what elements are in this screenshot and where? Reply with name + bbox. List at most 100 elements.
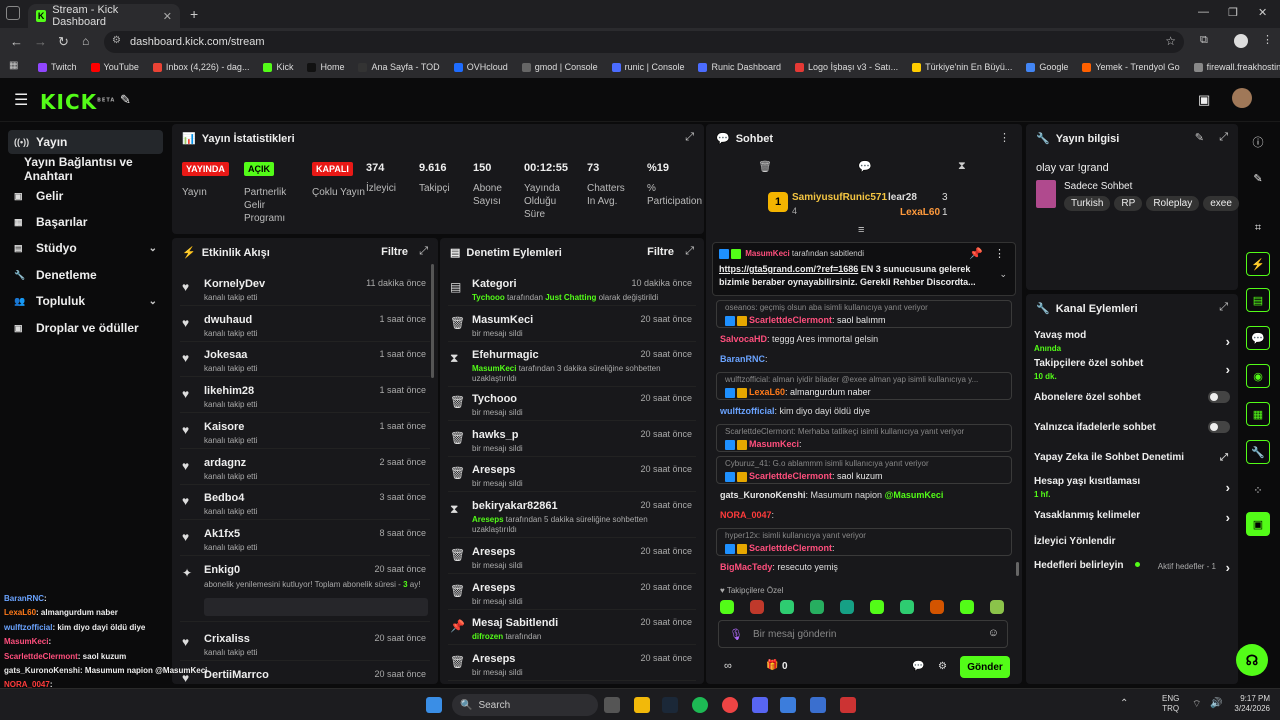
bookmark-item[interactable]: OVHcloud [453,62,508,72]
moderation-target[interactable]: bekiryakar82861 [472,500,558,512]
mic-icon[interactable]: 🎙 [729,628,743,641]
user-avatar[interactable] [1232,88,1252,108]
chat-username[interactable]: ScarlettdeClermont [749,315,832,325]
discord-icon[interactable] [752,697,768,713]
chrome-icon[interactable] [722,697,738,713]
moderation-row[interactable]: ▤ Kategori 10 dakika önce Tychooo tarafında… [448,274,696,306]
tag-chip[interactable]: RP [1114,196,1143,211]
leader-second-name[interactable]: lear28 [888,192,917,203]
chat-username[interactable]: LexaL60 [749,387,785,397]
chat-reply-message[interactable]: oseanos: geçmiş olsun aba isimli kullanı… [716,300,1012,328]
bookmark-item[interactable]: Twitch [38,62,77,72]
activity-user[interactable]: Jokesaa [204,349,247,361]
activity-user[interactable]: Enkig0 [204,564,240,576]
activity-scrollbar[interactable] [431,264,434,378]
chat-username[interactable]: ScarlettdeClermont [749,543,832,553]
file-explorer-icon[interactable] [634,697,650,713]
tools-icon[interactable]: ✎ [120,92,131,108]
hamburger-menu-icon[interactable]: ☰ [14,90,28,110]
bookmark-item[interactable]: YouTube [90,62,139,72]
moderation-target[interactable]: Areseps [472,582,515,594]
apps-grid-icon[interactable]: ▦ [9,60,18,71]
chat-username[interactable]: ScarlettdeClermont [749,471,832,481]
chat-input[interactable]: 🎙 Bir mesaj gönderin ☺ [718,620,1008,648]
clipboard-icon[interactable]: ▤ [1246,288,1270,312]
url-field[interactable]: ⚙ dashboard.kick.com/stream ☆ [104,31,1184,53]
points-icon[interactable]: ∞ [724,660,732,672]
activity-user[interactable]: Bedbo4 [204,492,244,504]
sidebar-item[interactable]: ▦ Başarılar [8,210,163,234]
leader-first-name[interactable]: SamiyusufRunic571 [792,192,887,203]
moderator-name[interactable]: MasumKeci [472,364,516,373]
emote-icon[interactable] [870,600,884,614]
moderation-target[interactable]: Areseps [472,653,515,665]
chat-message[interactable]: BigMacTedy: resecuto yemiş [720,562,838,572]
chat-reply-message[interactable]: hyper12x: isimli kullanıcıya yanıt veriy… [716,528,1012,556]
chat-scrollbar[interactable] [1016,562,1019,576]
clock[interactable]: 9:17 PM 3/24/2026 [1226,694,1270,714]
channel-action[interactable]: Abonelere özel sohbet [1034,391,1230,403]
activity-row[interactable]: ♥ Jokesaa kanalı takip etti 1 saat önce [180,345,430,378]
bolt-icon[interactable]: ⚡ [1246,252,1270,276]
chat-users-icon[interactable]: 💬 [912,661,924,672]
bookmark-item[interactable]: gmod | Console [521,62,598,72]
activity-row[interactable]: ♥ Kaisore kanalı takip etti 1 saat önce [180,417,430,449]
activity-user[interactable]: Ak1fx5 [204,528,240,540]
bookmark-item[interactable]: Ana Sayfa - TOD [358,62,440,72]
app-red-icon[interactable] [840,697,856,713]
pin-icon[interactable]: 📌 [969,247,983,260]
channel-action[interactable]: İzleyici Yönlendir [1034,536,1230,547]
sidebar-item[interactable]: ▣ Gelir [8,184,163,208]
chat-username[interactable]: wulftzofficial [720,406,775,416]
moderation-row[interactable]: 🗑 Areseps 20 saat önce bir mesajı sildi [448,542,696,574]
support-headset-icon[interactable]: ☊ [1236,644,1268,676]
site-info-icon[interactable]: ⚙ [112,35,121,46]
chat-mention[interactable]: @MasumKeci [885,490,944,500]
activity-row[interactable]: ♥ ardagnz kanalı takip etti 2 saat önce [180,453,430,485]
activity-user[interactable]: KornelyDev [204,278,265,290]
moderation-target[interactable]: MasumKeci [472,314,533,326]
chat-message[interactable]: NORA_0047: [720,510,774,520]
chat-reply-message[interactable]: Cyburuz_41: G.o ablammm isimli kullanıcı… [716,456,1012,484]
activity-row[interactable]: ♥ dwuhaud kanalı takip etti 1 saat önce [180,310,430,342]
activity-user[interactable]: Crixaliss [204,633,250,645]
tab-actions-icon[interactable] [6,6,20,20]
moderation-row[interactable]: 🗑 Areseps 20 saat önce bir mesajı sildi [448,460,696,492]
expand-icon[interactable]: ⤢ [419,245,428,258]
chat-icon[interactable]: 💬 [1246,326,1270,350]
maximize-icon[interactable]: ❐ [1228,6,1238,19]
emote-icon[interactable] [750,600,764,614]
moderation-row[interactable]: 🗑 Tychooo 20 saat önce bir mesajı sildi [448,389,696,421]
expand-icon[interactable]: ⤢ [1219,131,1228,144]
edit-icon[interactable]: ✎ [1195,131,1204,144]
activity-row[interactable]: ♥ Bedbo4 kanalı takip etti 3 saat önce [180,488,430,521]
bookmark-item[interactable]: Inbox (4,226) - dag... [152,62,249,72]
sidebar-item[interactable]: ▤ Stüdyo ⌄ [8,236,163,260]
moderation-target[interactable]: Mesaj Sabitlendi [472,617,558,629]
sidebar-item[interactable]: ((•)) Yayın [8,130,163,154]
minimize-icon[interactable]: — [1198,6,1209,18]
toggle-switch[interactable] [1208,391,1230,403]
chat-mode-icon[interactable]: 💬 [858,160,872,173]
pinned-link[interactable]: https://gta5grand.com/?ref=1686 [719,264,858,274]
activity-row[interactable]: ♥ Crixaliss kanalı takip etti 20 saat önce [180,629,430,661]
activity-row[interactable]: ♥ KornelyDev kanalı takip etti 11 dakika ön… [180,274,430,306]
collapse-icon[interactable]: ≡ [858,224,864,236]
profile-icon[interactable] [1234,34,1248,48]
back-icon[interactable]: ← [10,34,23,49]
emote-icon[interactable] [930,600,944,614]
chat-username[interactable]: SalvocaHD [720,334,767,344]
activity-sub-row[interactable]: ✦ Enkig0 20 saat önce abonelik yenilemesini… [180,560,430,622]
activity-user[interactable]: dwuhaud [204,314,252,326]
close-window-icon[interactable]: ✕ [1258,6,1267,19]
pencil-icon[interactable]: ✎ [1246,166,1270,190]
tray-chevron-icon[interactable]: ⌃ [1120,698,1128,709]
bookmark-item[interactable]: Logo İşbaşı v3 - Satı... [795,62,898,72]
sidebar-item[interactable]: 👥 Topluluk ⌄ [8,289,163,313]
kick-logo[interactable]: KICKBETA [40,90,115,114]
channel-action[interactable]: Yasaklanmış kelimeler › [1034,510,1230,525]
emoji-icon[interactable]: ☺ [988,627,999,639]
new-tab-icon[interactable]: + [190,6,198,22]
channel-action[interactable]: Yavaş mod Anında › [1034,330,1230,353]
reload-icon[interactable]: ↻ [58,34,69,50]
